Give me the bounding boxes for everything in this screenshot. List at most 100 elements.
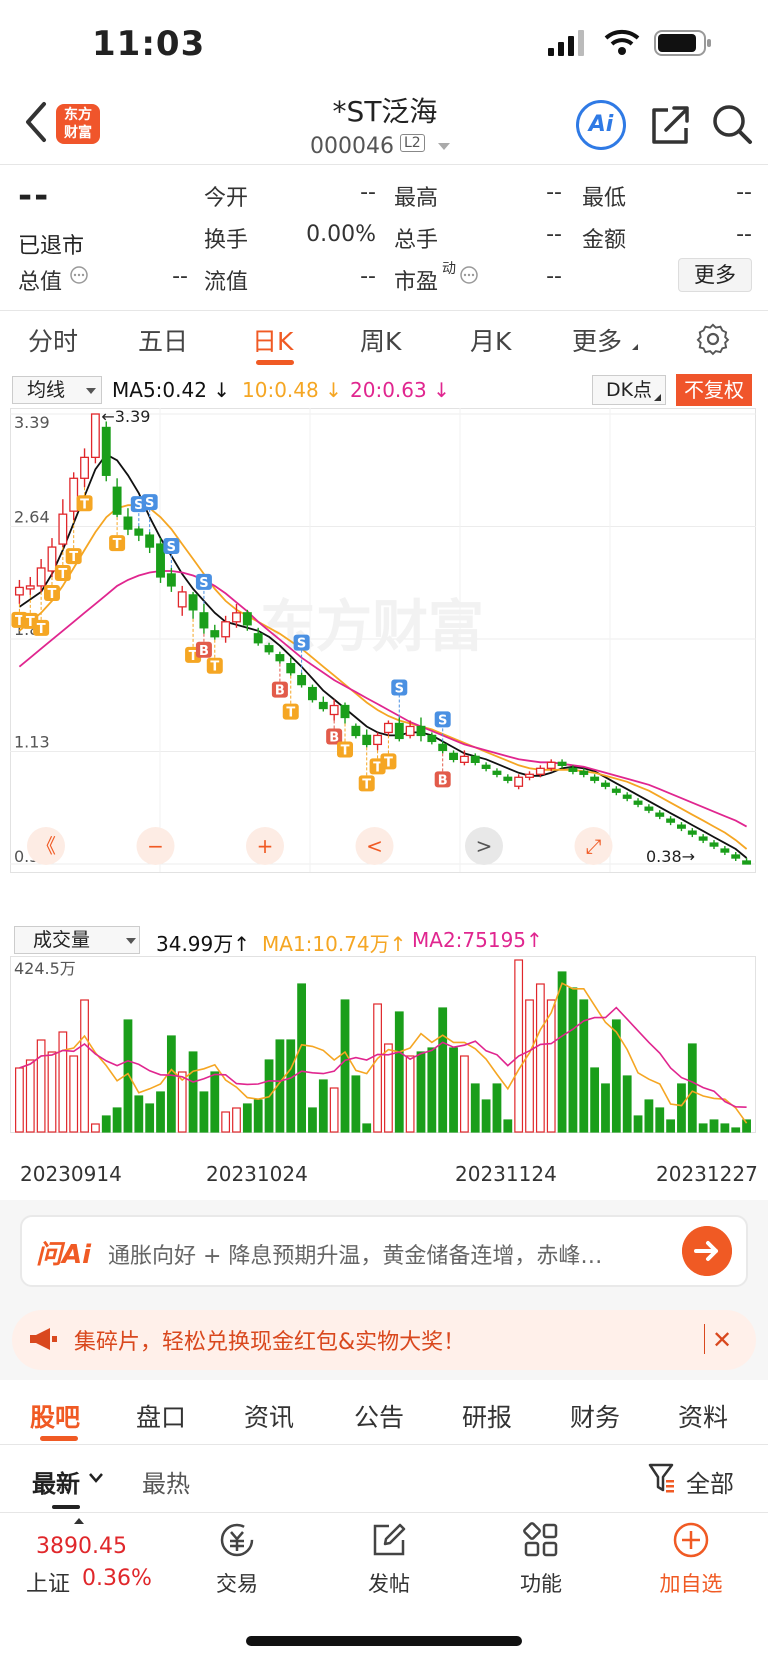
volume-bar-down	[362, 1123, 372, 1133]
candle-down	[742, 860, 752, 865]
divider	[704, 1324, 705, 1354]
kline-chart[interactable]: 3.392.641.891.130.38东方财富TTTTTTTTSSSTBTSS…	[10, 408, 756, 924]
index-value[interactable]: 3890.45	[36, 1534, 127, 1559]
ai-assistant-button[interactable]: Ai	[576, 100, 626, 150]
y-axis-tick-label: 1.13	[14, 733, 50, 752]
gear-icon[interactable]	[696, 322, 730, 356]
close-icon[interactable]: ✕	[712, 1326, 732, 1354]
tab-weekly-k[interactable]: 周K	[360, 322, 401, 358]
volume-bar-down	[199, 1091, 209, 1133]
volume-bar-down	[590, 1067, 600, 1133]
candle-down	[416, 725, 426, 737]
index-name[interactable]: 上证	[26, 1566, 70, 1598]
tab-news[interactable]: 资讯	[244, 1398, 294, 1434]
volume-bar-up	[405, 1055, 415, 1133]
volume-bar-down	[720, 1123, 730, 1133]
market-cap-value: --	[172, 264, 188, 289]
volume-bar-down	[438, 1007, 448, 1133]
filter-icon[interactable]	[648, 1462, 676, 1494]
candle-down	[677, 824, 686, 829]
volume-value: --	[546, 222, 562, 247]
volume-bar-up	[232, 1107, 241, 1133]
tab-announcements[interactable]: 公告	[354, 1398, 404, 1434]
vol-ma2-readout: MA2:75195↑	[412, 928, 543, 952]
sort-newest[interactable]: 最新	[32, 1464, 80, 1499]
tab-monthly-k[interactable]: 月K	[470, 322, 511, 358]
volume-bar-down	[166, 1035, 176, 1133]
open-label: 今开	[204, 186, 249, 211]
volume-indicator-select[interactable]: 成交量	[14, 926, 140, 954]
volume-bar-down	[449, 1047, 458, 1133]
nav-add-watchlist[interactable]: 加自选	[646, 1520, 736, 1598]
signal-marker-label: S	[167, 540, 176, 555]
signal-marker-label: T	[286, 706, 295, 721]
promo-text[interactable]: 集碎片，轻松兑换现金红包&实物大奖！	[74, 1324, 465, 1356]
candle-up	[546, 761, 556, 769]
info-icon[interactable]	[460, 266, 478, 284]
index-change[interactable]: 0.36%	[82, 1566, 152, 1591]
tab-research[interactable]: 研报	[462, 1398, 512, 1434]
volume-chart[interactable]: 424.5万	[10, 956, 756, 1152]
tab-pankou[interactable]: 盘口	[136, 1398, 186, 1434]
volume-bar-down	[351, 1075, 361, 1133]
signal-marker-label: B	[199, 644, 209, 659]
pe-value: --	[546, 264, 562, 289]
ai-prompt-text[interactable]: 通胀向好 + 降息预期升温，黄金储备连增，赤峰…	[108, 1238, 668, 1270]
search-icon[interactable]	[710, 102, 754, 146]
signal-marker-label: T	[58, 567, 67, 582]
candle-up	[58, 513, 68, 545]
volume-bar-down	[253, 1099, 263, 1133]
more-quote-button[interactable]: 更多	[678, 258, 752, 292]
volume-bar-up	[459, 1055, 469, 1133]
nav-functions-label: 功能	[520, 1572, 562, 1596]
nav-trade-label: 交易	[216, 1572, 258, 1596]
candle-up	[373, 734, 383, 746]
candle-down	[112, 486, 122, 515]
volume-bar-down	[308, 1107, 317, 1133]
stock-code[interactable]: 000046	[310, 134, 394, 159]
candle-down	[557, 761, 567, 766]
candle-down	[622, 794, 632, 799]
nav-trade[interactable]: 交易	[192, 1520, 282, 1598]
volume-bar-down	[687, 1043, 697, 1133]
chart-control-label: 《	[36, 834, 56, 858]
volume-bar-up	[90, 1123, 100, 1133]
low-annotation: 0.38→	[646, 847, 695, 866]
tab-intraday[interactable]: 分时	[28, 322, 78, 358]
tab-five-day[interactable]: 五日	[138, 322, 188, 358]
filter-all[interactable]: 全部	[686, 1464, 734, 1499]
signal-marker-label: T	[210, 660, 219, 675]
market-cap-label: 总值	[18, 270, 63, 295]
arrow-right-icon[interactable]	[682, 1226, 732, 1276]
nav-functions[interactable]: 功能	[496, 1520, 586, 1598]
current-price: --	[18, 176, 51, 216]
candle-down	[709, 842, 719, 847]
chevron-down-icon[interactable]	[438, 143, 450, 150]
candle-down	[644, 806, 654, 811]
candle-down	[666, 818, 676, 823]
tab-more[interactable]: 更多	[572, 322, 622, 358]
volume-bar-down	[601, 1083, 610, 1133]
chevron-down-icon[interactable]	[88, 1472, 104, 1484]
price-adjust-button[interactable]: 不复权	[676, 374, 752, 406]
volume-bar-down	[318, 1079, 328, 1133]
candle-down	[134, 528, 144, 536]
nav-post[interactable]: 发帖	[344, 1520, 434, 1598]
expand-caret-icon[interactable]	[74, 1518, 84, 1524]
active-sort-indicator	[52, 1505, 80, 1509]
back-icon[interactable]	[22, 100, 52, 144]
volume-bar-down	[210, 1071, 220, 1133]
sort-hottest[interactable]: 最热	[142, 1464, 190, 1499]
candle-down	[611, 788, 621, 793]
signal-marker-label: S	[145, 496, 154, 511]
y-axis-tick-label: 2.64	[14, 508, 50, 527]
candle-down	[449, 752, 458, 760]
stock-name[interactable]: *ST泛海	[280, 90, 490, 130]
tab-daily-k[interactable]: 日K	[252, 322, 293, 358]
share-icon[interactable]	[650, 102, 690, 146]
signal-marker-label: T	[384, 755, 393, 770]
tab-profile[interactable]: 资料	[678, 1398, 728, 1434]
info-icon[interactable]	[70, 266, 88, 284]
tab-finance[interactable]: 财务	[570, 1398, 620, 1434]
tab-guba[interactable]: 股吧	[30, 1398, 80, 1434]
